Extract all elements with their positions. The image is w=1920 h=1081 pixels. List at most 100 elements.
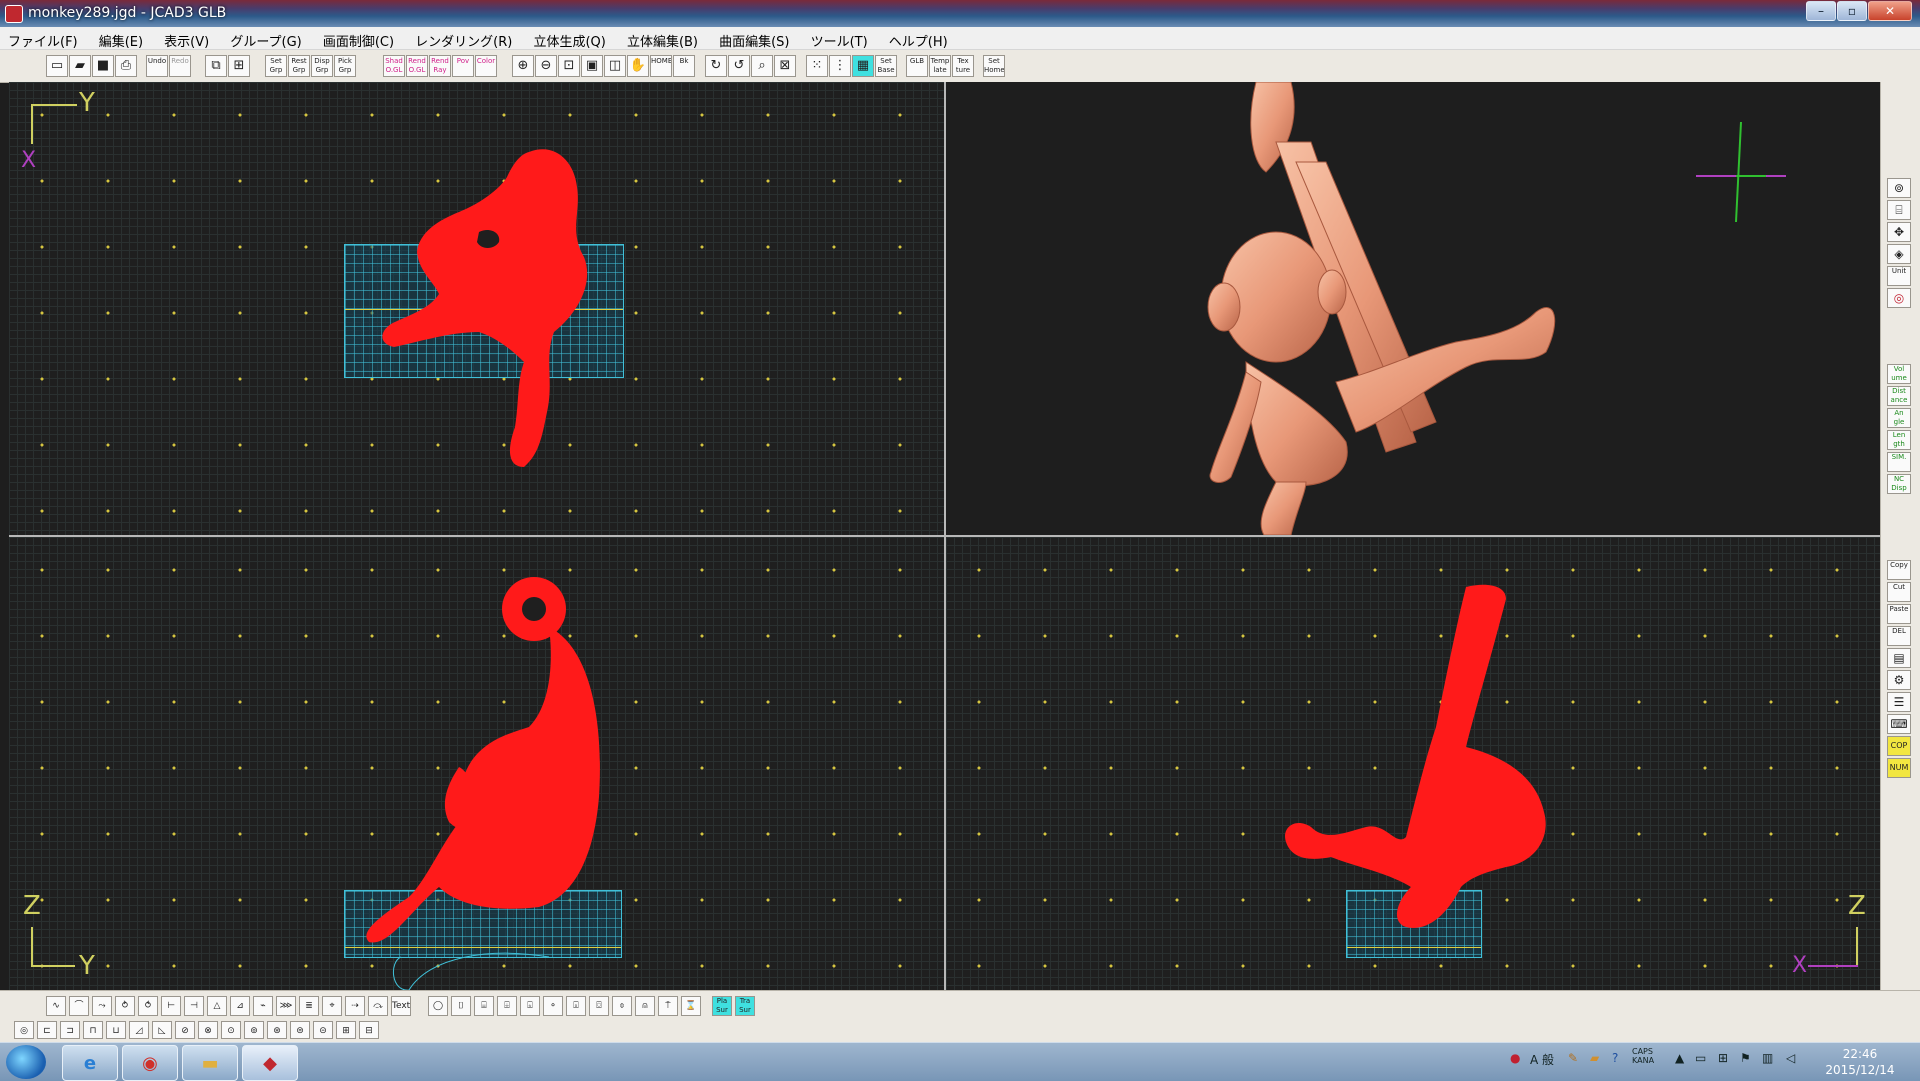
display-group-button[interactable]: Disp Grp bbox=[311, 55, 333, 77]
zoom-fit-icon[interactable]: ⊡ bbox=[558, 55, 580, 77]
row2-tool-3-icon[interactable]: ⊐ bbox=[60, 1021, 80, 1039]
zoom-in-icon[interactable]: ⊕ bbox=[512, 55, 534, 77]
solid-tool-7-icon[interactable]: ⌻ bbox=[566, 996, 586, 1016]
solid-tool-3-icon[interactable]: ⌸ bbox=[474, 996, 494, 1016]
row2-tool-8-icon[interactable]: ⊘ bbox=[175, 1021, 195, 1039]
num-button[interactable]: NUM bbox=[1887, 758, 1911, 778]
row2-tool-4-icon[interactable]: ⊓ bbox=[83, 1021, 103, 1039]
curve-tool-15-icon[interactable]: ⤼ bbox=[368, 996, 388, 1016]
row2-tool-1-icon[interactable]: ◎ bbox=[14, 1021, 34, 1039]
row2-tool-6-icon[interactable]: ◿ bbox=[129, 1021, 149, 1039]
layer-icon[interactable]: ▤ bbox=[1887, 648, 1911, 668]
row2-tool-14-icon[interactable]: ⊝ bbox=[313, 1021, 333, 1039]
curve-tool-6-icon[interactable]: ⊢ bbox=[161, 996, 181, 1016]
curve-tool-3-icon[interactable]: ⤳ bbox=[92, 996, 112, 1016]
new-file-icon[interactable]: ▭ bbox=[46, 55, 68, 77]
viewport-bottom-left[interactable]: Z Y bbox=[9, 537, 944, 990]
tray-alert-icon[interactable]: ● bbox=[1510, 1051, 1520, 1065]
distance-button[interactable]: Dist ance bbox=[1887, 386, 1911, 406]
menu-edit[interactable]: 編集(E) bbox=[91, 27, 151, 50]
set-home-button[interactable]: Set Home bbox=[983, 55, 1005, 77]
menu-view[interactable]: 表示(V) bbox=[156, 27, 217, 50]
length-button[interactable]: Len gth bbox=[1887, 430, 1911, 450]
tray-windows-icon[interactable]: ⊞ bbox=[1718, 1051, 1728, 1065]
reset-group-button[interactable]: Rest Grp bbox=[288, 55, 310, 77]
home-view-button[interactable]: HOME bbox=[650, 55, 672, 77]
curve-tool-1-icon[interactable]: ∿ bbox=[46, 996, 66, 1016]
list-icon[interactable]: ☰ bbox=[1887, 692, 1911, 712]
tray-expand-icon[interactable]: ▲ bbox=[1675, 1051, 1684, 1065]
tray-display-icon[interactable]: ▭ bbox=[1695, 1051, 1706, 1065]
row2-tool-16-icon[interactable]: ⊟ bbox=[359, 1021, 379, 1039]
viewport-top-right-render[interactable] bbox=[946, 82, 1880, 535]
four-view-icon[interactable]: ⊞ bbox=[228, 55, 250, 77]
viewport-top-left[interactable]: Y X bbox=[9, 82, 944, 535]
rotate-view-icon[interactable]: ↻ bbox=[705, 55, 727, 77]
close-button[interactable]: ✕ bbox=[1868, 1, 1912, 21]
open-folder-icon[interactable]: ▰ bbox=[69, 55, 91, 77]
maximize-button[interactable]: ▫ bbox=[1837, 1, 1867, 21]
grid-dots-icon[interactable]: ⁙ bbox=[806, 55, 828, 77]
solid-tool-12-icon[interactable]: ⌛ bbox=[681, 996, 701, 1016]
tray-flag-icon[interactable]: ⚑ bbox=[1740, 1051, 1751, 1065]
target-icon[interactable]: ◎ bbox=[1887, 288, 1911, 308]
trace-surface-button[interactable]: Tra Sur bbox=[735, 996, 755, 1016]
row2-tool-7-icon[interactable]: ◺ bbox=[152, 1021, 172, 1039]
redo-button[interactable]: Redo bbox=[169, 55, 191, 77]
solid-tool-4-icon[interactable]: ⌹ bbox=[497, 996, 517, 1016]
curve-tool-4-icon[interactable]: ⥁ bbox=[115, 996, 135, 1016]
render-ray-button[interactable]: Rend Ray bbox=[429, 55, 451, 77]
pick-group-button[interactable]: Pick Grp bbox=[334, 55, 356, 77]
delete-button[interactable]: DEL bbox=[1887, 626, 1911, 646]
row2-tool-10-icon[interactable]: ⊙ bbox=[221, 1021, 241, 1039]
move-icon[interactable]: ✥ bbox=[1887, 222, 1911, 242]
minimize-button[interactable]: – bbox=[1806, 1, 1836, 21]
sim-button[interactable]: SIM. bbox=[1887, 452, 1911, 472]
zoom-all-icon[interactable]: ◫ bbox=[604, 55, 626, 77]
viewport-divider-horizontal[interactable] bbox=[9, 535, 1880, 537]
curve-tool-9-icon[interactable]: ⊿ bbox=[230, 996, 250, 1016]
rotate-reverse-icon[interactable]: ↺ bbox=[728, 55, 750, 77]
viewport-bottom-right[interactable]: Z X bbox=[946, 537, 1880, 990]
template-button[interactable]: Temp late bbox=[929, 55, 951, 77]
solid-tool-10-icon[interactable]: ⍝ bbox=[635, 996, 655, 1016]
row2-tool-15-icon[interactable]: ⊞ bbox=[336, 1021, 356, 1039]
keyboard-icon[interactable]: ⌨ bbox=[1887, 714, 1911, 734]
menu-rendering[interactable]: レンダリング(R) bbox=[407, 27, 520, 50]
menu-solid-create[interactable]: 立体生成(Q) bbox=[525, 27, 613, 50]
curve-tool-2-icon[interactable]: ⌒ bbox=[69, 996, 89, 1016]
app-icon[interactable] bbox=[5, 5, 23, 23]
angle-button[interactable]: An gle bbox=[1887, 408, 1911, 428]
cop-button[interactable]: COP bbox=[1887, 736, 1911, 756]
curve-tool-10-icon[interactable]: ⌁ bbox=[253, 996, 273, 1016]
unit-button[interactable]: Unit bbox=[1887, 266, 1911, 286]
curve-tool-12-icon[interactable]: ≣ bbox=[299, 996, 319, 1016]
tray-network-icon[interactable]: ▥ bbox=[1762, 1051, 1773, 1065]
start-button[interactable] bbox=[6, 1045, 46, 1079]
row2-tool-13-icon[interactable]: ⊜ bbox=[290, 1021, 310, 1039]
solid-tool-2-icon[interactable]: ⌷ bbox=[451, 996, 471, 1016]
paste-button[interactable]: Paste bbox=[1887, 604, 1911, 624]
grid-snap-icon[interactable]: ⋮ bbox=[829, 55, 851, 77]
curve-tool-11-icon[interactable]: ⋙ bbox=[276, 996, 296, 1016]
tray-help-icon[interactable]: ? bbox=[1612, 1051, 1618, 1065]
set-base-button[interactable]: Set Base bbox=[875, 55, 897, 77]
snap-icon[interactable]: ◈ bbox=[1887, 244, 1911, 264]
set-group-button[interactable]: Set Grp bbox=[265, 55, 287, 77]
menu-surface-edit[interactable]: 曲面編集(S) bbox=[711, 27, 797, 50]
menu-screen-control[interactable]: 画面制御(C) bbox=[315, 27, 402, 50]
curve-tool-7-icon[interactable]: ⊣ bbox=[184, 996, 204, 1016]
undo-button[interactable]: Undo bbox=[146, 55, 168, 77]
ime-indicator[interactable]: A 般 bbox=[1530, 1051, 1554, 1068]
povray-button[interactable]: Pov bbox=[452, 55, 474, 77]
print-icon[interactable]: ⎙ bbox=[115, 55, 137, 77]
zoom-out-icon[interactable]: ⊖ bbox=[535, 55, 557, 77]
solid-tool-5-icon[interactable]: ⌺ bbox=[520, 996, 540, 1016]
printer-view-icon[interactable]: ⌸ bbox=[1887, 200, 1911, 220]
cut-button[interactable]: Cut bbox=[1887, 582, 1911, 602]
tray-ime-tools-icon[interactable]: ✎ bbox=[1568, 1051, 1578, 1065]
text-tool-button[interactable]: Text bbox=[391, 996, 411, 1016]
internet-explorer-icon[interactable]: e bbox=[62, 1045, 118, 1081]
back-view-button[interactable]: Bk bbox=[673, 55, 695, 77]
tray-volume-icon[interactable]: ◁ bbox=[1786, 1051, 1795, 1065]
